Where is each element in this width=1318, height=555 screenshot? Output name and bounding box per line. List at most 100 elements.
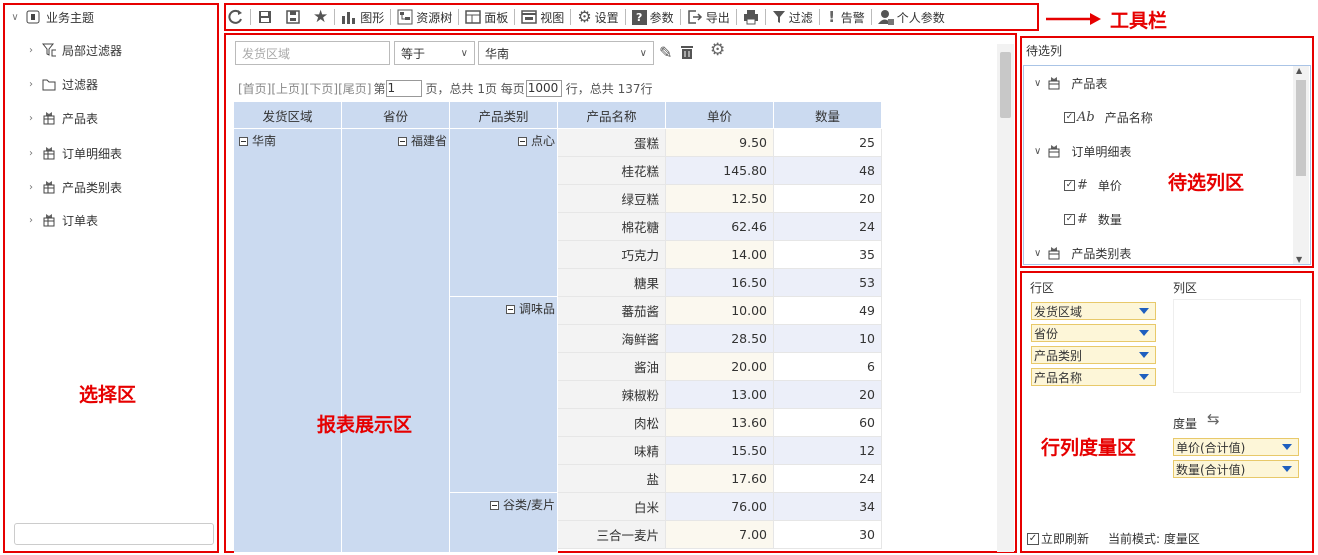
chevron-right-icon[interactable]: ›	[26, 148, 36, 159]
chevron-down-icon[interactable]: ∨	[10, 12, 20, 23]
tree-item[interactable]: › 订单表	[26, 210, 98, 230]
view-button[interactable]: 视图	[521, 9, 564, 26]
gear-icon[interactable]: ⚙	[710, 42, 725, 59]
row-field-chip[interactable]: 产品类别	[1031, 346, 1156, 364]
pager-size-input[interactable]: 1000	[525, 79, 562, 97]
measure-field-chip[interactable]: 数量(合计值)	[1173, 460, 1299, 478]
filter-button[interactable]: 过滤	[772, 9, 813, 26]
row-field-chip[interactable]: 省份	[1031, 324, 1156, 342]
chevron-right-icon[interactable]: ›	[26, 113, 36, 124]
collapse-icon[interactable]	[517, 137, 527, 146]
column-header[interactable]: 省份	[342, 102, 450, 128]
pager-page-input[interactable]: 1	[385, 79, 422, 97]
province-cell[interactable]: 福建省	[342, 129, 450, 553]
chevron-down-icon[interactable]: ∨	[1034, 248, 1041, 259]
filter-value-select[interactable]: 华南 ∨	[478, 41, 654, 65]
tree-item[interactable]: › 局部过滤器	[26, 40, 122, 60]
candidate-table-item[interactable]: ∨ 产品表	[1034, 74, 1107, 92]
personal-params-button[interactable]: 个人参数	[877, 9, 945, 26]
dropdown-triangle-icon[interactable]	[1139, 330, 1149, 336]
settings-button[interactable]: ⚙ 设置	[577, 9, 618, 26]
chevron-right-icon[interactable]: ›	[26, 79, 36, 90]
tree-item[interactable]: › 订单明细表	[26, 143, 122, 163]
checkbox-checked-icon[interactable]: ✓	[1064, 111, 1075, 123]
candidate-field-item[interactable]: ✓ # 数量	[1064, 210, 1122, 228]
pager-prev-link[interactable]: [上页]	[271, 80, 304, 97]
row-field-chip[interactable]: 产品名称	[1031, 368, 1156, 386]
report-scrollbar[interactable]	[997, 44, 1014, 552]
category-cell[interactable]: 点心	[450, 129, 558, 297]
column-header[interactable]: 发货区域	[234, 102, 342, 128]
collapse-icon[interactable]	[505, 305, 515, 314]
favorite-button[interactable]: ★	[313, 8, 328, 26]
column-header[interactable]: 产品类别	[450, 102, 558, 128]
dropdown-triangle-icon[interactable]	[1139, 352, 1149, 358]
column-header[interactable]: 产品名称	[558, 102, 666, 128]
col-zone[interactable]	[1173, 299, 1301, 393]
col-zone-label: 列区	[1173, 281, 1198, 295]
print-button[interactable]	[743, 9, 759, 25]
tree-root[interactable]: ∨ 业务主题	[10, 7, 94, 27]
chevron-down-icon[interactable]: ∨	[1034, 78, 1041, 89]
chevron-right-icon[interactable]: ›	[26, 182, 36, 193]
measure-field-chip[interactable]: 单价(合计值)	[1173, 438, 1299, 456]
scrollbar-thumb[interactable]	[1296, 80, 1306, 176]
filter-field-input[interactable]: 发货区域	[235, 41, 390, 65]
column-header[interactable]: 单价	[666, 102, 774, 128]
resource-tree-button[interactable]: 资源树	[397, 9, 452, 26]
product-name-cell: 蛋糕	[558, 129, 666, 157]
candidate-table-item[interactable]: ∨ 订单明细表	[1034, 142, 1131, 160]
scroll-down-icon[interactable]: ▼	[1296, 255, 1302, 264]
price-cell: 13.00	[666, 381, 774, 409]
chevron-down-icon[interactable]: ∨	[1034, 146, 1041, 157]
pager-next-link[interactable]: [下页]	[305, 80, 338, 97]
alert-button[interactable]: ! 告警	[826, 8, 864, 26]
refresh-checkbox-row[interactable]: ✓ 立即刷新	[1027, 530, 1089, 547]
candidate-label: 数量	[1097, 212, 1122, 227]
dropdown-triangle-icon[interactable]	[1282, 444, 1292, 450]
checkbox-checked-icon[interactable]: ✓	[1027, 532, 1039, 545]
filter-operator-select[interactable]: 等于 ∨	[394, 41, 475, 65]
tree-search-input[interactable]	[14, 523, 214, 545]
candidate-field-item[interactable]: ✓ # 单价	[1064, 176, 1122, 194]
scrollbar-thumb[interactable]	[1000, 52, 1011, 118]
row-field-chip[interactable]: 发货区域	[1031, 302, 1156, 320]
save-icon	[259, 11, 271, 23]
dropdown-triangle-icon[interactable]	[1282, 466, 1292, 472]
chevron-right-icon[interactable]: ›	[26, 45, 36, 56]
edit-icon[interactable]: ✎	[659, 43, 672, 62]
candidate-table-item[interactable]: ∨ 产品类别表	[1034, 244, 1131, 262]
save-button[interactable]	[257, 9, 273, 25]
pager-first-link[interactable]: [首页]	[238, 80, 271, 97]
column-header[interactable]: 数量	[774, 102, 882, 128]
refresh-button[interactable]	[228, 9, 244, 25]
save-as-button[interactable]	[285, 9, 301, 25]
collapse-icon[interactable]	[397, 137, 407, 146]
scroll-up-icon[interactable]: ▲	[1296, 66, 1302, 75]
tree-item[interactable]: › 过滤器	[26, 74, 98, 94]
checkbox-checked-icon[interactable]: ✓	[1064, 179, 1075, 191]
category-cell[interactable]: 谷类/麦片	[450, 493, 558, 553]
export-button[interactable]: 导出	[687, 9, 730, 26]
chevron-right-icon[interactable]: ›	[26, 215, 36, 226]
pager-last-link[interactable]: [尾页]	[338, 80, 371, 97]
chart-button[interactable]: 图形	[341, 9, 384, 26]
tree-item[interactable]: › 产品表	[26, 108, 98, 128]
region-cell[interactable]: 华南	[234, 129, 342, 553]
candidate-field-item[interactable]: ✓ Ab 产品名称	[1064, 108, 1153, 126]
delete-icon[interactable]	[680, 45, 694, 60]
panel-button[interactable]: 面板	[465, 9, 508, 26]
tree-item[interactable]: › 产品类别表	[26, 177, 122, 197]
collapse-icon[interactable]	[239, 137, 248, 146]
collapse-icon[interactable]	[489, 501, 499, 510]
candidate-scrollbar[interactable]: ▲ ▼	[1293, 66, 1309, 264]
dropdown-triangle-icon[interactable]	[1139, 308, 1149, 314]
dropdown-triangle-icon[interactable]	[1139, 374, 1149, 380]
price-cell: 17.60	[666, 465, 774, 493]
swap-icon[interactable]: ⇆	[1207, 410, 1220, 428]
folder-icon	[42, 77, 56, 91]
checkbox-checked-icon[interactable]: ✓	[1064, 213, 1075, 225]
category-cell[interactable]: 调味品	[450, 297, 558, 493]
price-cell: 76.00	[666, 493, 774, 521]
params-button[interactable]: ? 参数	[631, 9, 674, 26]
